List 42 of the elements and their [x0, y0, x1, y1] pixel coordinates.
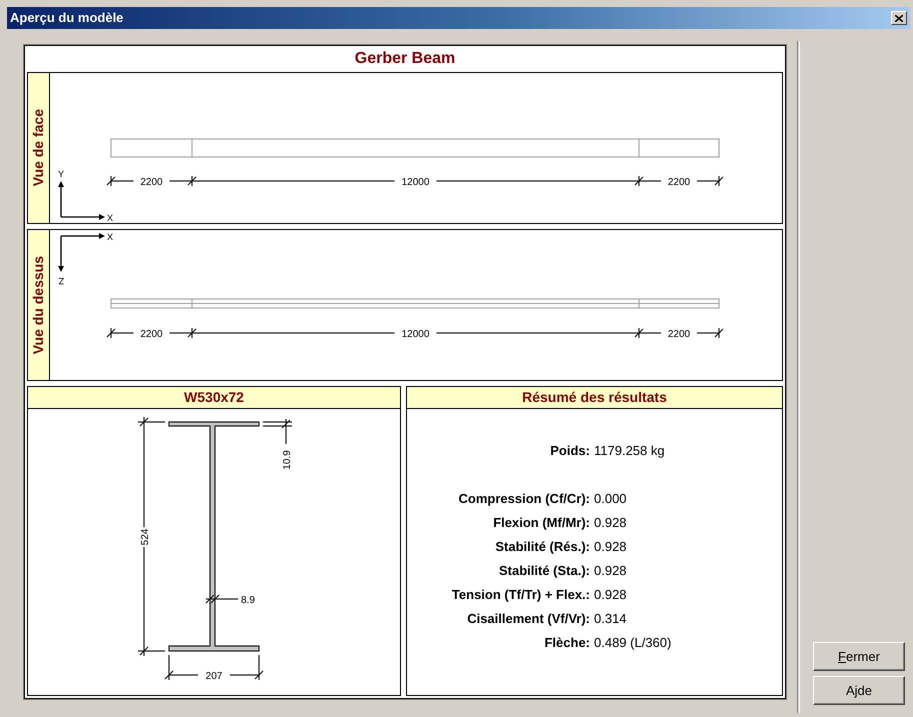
axis-label: Z	[58, 276, 64, 286]
dimension-label: 8.9	[241, 595, 255, 606]
dimension-label: 10.9	[282, 450, 293, 470]
dimension-label: 2200	[140, 329, 163, 340]
close-icon	[895, 14, 903, 22]
result-label: Poids:	[549, 442, 591, 460]
result-value: 0.489 (L/360)	[594, 634, 672, 652]
result-label: Flexion (Mf/Mr):	[492, 514, 591, 532]
result-label: Stabilité (Sta.):	[498, 562, 591, 580]
result-value: 0.928	[594, 514, 627, 532]
result-value: 0.928	[594, 562, 627, 580]
dimension-label: 524	[140, 528, 151, 546]
result-value: 0.000	[594, 490, 627, 508]
result-label: Tension (Tf/Tr) + Flex.:	[450, 586, 591, 604]
result-value: 0.314	[594, 610, 627, 628]
dimension-line	[206, 594, 238, 604]
dimension-label: 12000	[402, 177, 430, 188]
dimension-label: 207	[206, 671, 222, 682]
dialog-button[interactable]: Ajde	[813, 676, 905, 705]
dimension-label: 2200	[140, 177, 163, 188]
result-label: Flèche:	[543, 634, 591, 652]
window-title: Aperçu du modèle	[10, 9, 124, 28]
result-label: Compression (Cf/Cr):	[458, 490, 591, 508]
axis-label: X	[107, 213, 114, 223]
result-value: 0.928	[594, 586, 627, 604]
result-value: 0.928	[594, 538, 627, 556]
axis-label: Y	[58, 169, 64, 179]
section-title: W530x72	[184, 388, 244, 407]
close-button[interactable]	[891, 11, 907, 25]
dialog-button[interactable]: Fermer	[813, 642, 905, 671]
dimension-label: 2200	[668, 329, 690, 340]
axis-label: X	[107, 232, 114, 242]
results-title: Résumé des résultats	[522, 388, 667, 407]
dimension-label: 12000	[402, 329, 430, 340]
result-value: 1179.258 kg	[594, 442, 665, 460]
dimension-line	[262, 418, 292, 444]
model-title: Gerber Beam	[354, 49, 456, 69]
view-label: Vue de face	[29, 109, 47, 187]
result-label: Stabilité (Rés.):	[494, 538, 591, 556]
result-label: Cisaillement (Vf/Vr):	[466, 610, 591, 628]
view-label: Vue du dessus	[29, 256, 47, 354]
dimension-label: 2200	[668, 177, 690, 188]
